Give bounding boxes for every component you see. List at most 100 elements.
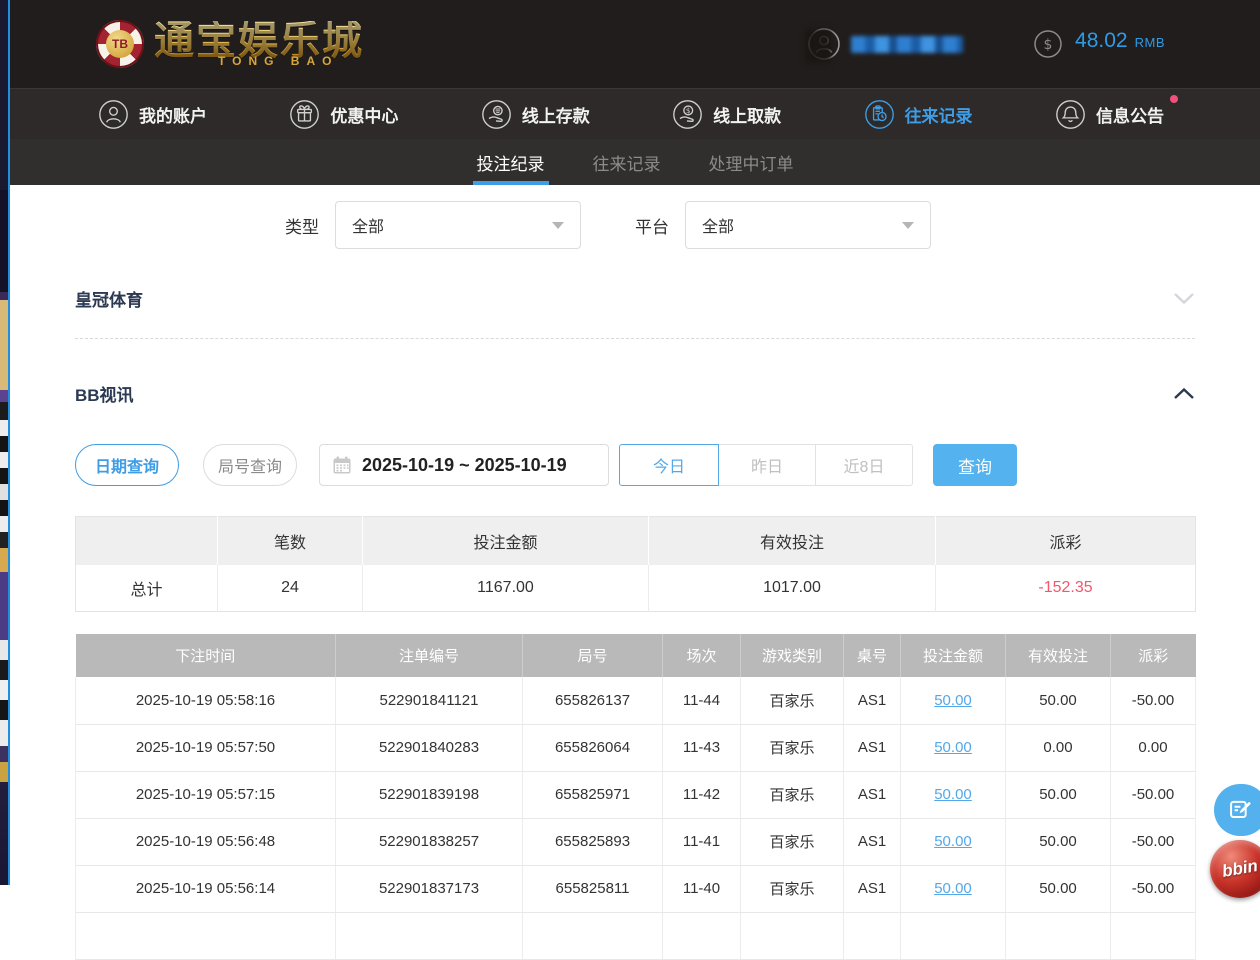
table-cell: 2025-10-19 05:57:50 xyxy=(76,724,336,771)
nav-announcements[interactable]: 信息公告 xyxy=(1055,99,1164,130)
total-count: 24 xyxy=(218,565,363,612)
bet-table-header-row: 下注时间 注单编号 局号 场次 游戏类别 桌号 投注金额 有效投注 派彩 xyxy=(76,634,1196,677)
table-cell: 50.00 xyxy=(1006,818,1111,865)
summary-table: 笔数 投注金额 有效投注 派彩 总计 24 1167.00 1017.00 -1… xyxy=(75,516,1196,612)
bet-amount-link[interactable]: 50.00 xyxy=(934,692,972,709)
nav-withdraw[interactable]: $ 线上取款 xyxy=(672,99,781,130)
table-cell: AS1 xyxy=(844,865,901,912)
chevron-down-icon xyxy=(552,222,564,229)
table-cell: 522901840283 xyxy=(336,724,523,771)
top-bar: TB 通宝娱乐城 TONG BAO $ 48.02 RMB xyxy=(10,0,1260,88)
today-button[interactable]: 今日 xyxy=(619,444,719,486)
table-cell: 2025-10-19 05:57:15 xyxy=(76,771,336,818)
last8days-button[interactable]: 近8日 xyxy=(815,444,913,486)
deposit-icon xyxy=(481,99,512,130)
bet-amount-link[interactable]: 50.00 xyxy=(934,739,972,756)
table-row: 2025-10-19 05:57:15522901839198655825971… xyxy=(76,771,1196,818)
table-cell: 百家乐 xyxy=(741,818,844,865)
chevron-down-icon[interactable] xyxy=(1173,292,1195,305)
svg-text:$: $ xyxy=(1044,37,1053,53)
table-cell xyxy=(523,912,663,959)
bet-amount-link[interactable]: 50.00 xyxy=(934,880,972,897)
bell-icon xyxy=(1055,99,1086,130)
table-row: 2025-10-19 05:58:16522901841121655826137… xyxy=(76,677,1196,724)
nav-transaction-records[interactable]: 往来记录 xyxy=(864,99,973,130)
avatar-blur xyxy=(805,29,831,63)
calendar-icon xyxy=(332,455,352,475)
filters-row: 类型 全部 平台 全部 xyxy=(75,201,1195,249)
records-icon xyxy=(864,99,895,130)
platform-select[interactable]: 全部 xyxy=(685,201,931,249)
table-cell: 50.00 xyxy=(901,865,1006,912)
table-cell: 50.00 xyxy=(1006,677,1111,724)
bet-amount-link[interactable]: 50.00 xyxy=(934,786,972,803)
table-cell xyxy=(844,912,901,959)
table-row: 2025-10-19 05:57:50522901840283655826064… xyxy=(76,724,1196,771)
table-cell: 50.00 xyxy=(901,724,1006,771)
summary-total-row: 总计 24 1167.00 1017.00 -152.35 xyxy=(76,565,1196,612)
table-cell: 11-42 xyxy=(663,771,741,818)
site-logo[interactable]: TB 通宝娱乐城 TONG BAO xyxy=(96,20,364,68)
table-cell: 百家乐 xyxy=(741,865,844,912)
query-toolbar: 日期查询 局号查询 2025-10-19 ~ 2025-10-19 xyxy=(75,444,1195,486)
table-cell: 655825811 xyxy=(523,865,663,912)
chevron-up-icon[interactable] xyxy=(1173,387,1195,400)
total-label: 总计 xyxy=(76,565,218,612)
table-cell: 50.00 xyxy=(1006,771,1111,818)
table-cell xyxy=(901,912,1006,959)
date-query-button[interactable]: 日期查询 xyxy=(75,444,179,486)
window-edge-line xyxy=(8,0,10,885)
date-range-picker[interactable]: 2025-10-19 ~ 2025-10-19 xyxy=(319,444,609,486)
main-nav: 我的账户 优惠中心 线上存款 $ 线上取款 xyxy=(10,88,1260,139)
table-cell: 50.00 xyxy=(901,818,1006,865)
table-cell: 50.00 xyxy=(901,677,1006,724)
table-cell: 50.00 xyxy=(901,771,1006,818)
table-row: 2025-10-19 05:56:14522901837173655825811… xyxy=(76,865,1196,912)
table-cell: 655826064 xyxy=(523,724,663,771)
table-cell: 2025-10-19 05:56:14 xyxy=(76,865,336,912)
table-cell: 50.00 xyxy=(1006,865,1111,912)
tab-bet-records[interactable]: 投注纪录 xyxy=(475,139,547,185)
user-account[interactable] xyxy=(807,27,963,61)
platform-label: 平台 xyxy=(635,213,669,238)
type-label: 类型 xyxy=(285,213,319,238)
chevron-down-icon xyxy=(902,222,914,229)
table-cell: 11-40 xyxy=(663,865,741,912)
section-title: BB视讯 xyxy=(75,381,134,406)
user-icon xyxy=(98,99,129,130)
notification-dot xyxy=(1170,95,1178,103)
search-button[interactable]: 查询 xyxy=(933,444,1017,486)
total-bet-amount: 1167.00 xyxy=(363,565,649,612)
nav-my-account[interactable]: 我的账户 xyxy=(98,99,207,130)
table-cell: 522901838257 xyxy=(336,818,523,865)
section-bb-video[interactable]: BB视讯 xyxy=(75,381,1195,406)
edit-note-icon xyxy=(1227,796,1255,824)
tab-processing-orders[interactable]: 处理中订单 xyxy=(707,139,796,185)
nav-deposit[interactable]: 线上存款 xyxy=(481,99,590,130)
type-select[interactable]: 全部 xyxy=(335,201,581,249)
table-cell: 655825971 xyxy=(523,771,663,818)
nav-promotions[interactable]: 优惠中心 xyxy=(289,99,398,130)
yesterday-button[interactable]: 昨日 xyxy=(718,444,816,486)
table-cell: 655825893 xyxy=(523,818,663,865)
table-row-partial xyxy=(76,912,1196,959)
bbin-logo: bbin xyxy=(1221,856,1260,882)
balance-currency: RMB xyxy=(1135,35,1165,50)
balance[interactable]: $ 48.02 RMB xyxy=(1033,29,1165,59)
section-crown-sports[interactable]: 皇冠体育 xyxy=(75,286,1195,311)
tab-transaction-records[interactable]: 往来记录 xyxy=(591,139,663,185)
bet-amount-link[interactable]: 50.00 xyxy=(934,833,972,850)
round-query-button[interactable]: 局号查询 xyxy=(203,444,297,486)
feedback-edit-button[interactable] xyxy=(1214,784,1260,836)
table-cell: AS1 xyxy=(844,677,901,724)
sub-tabs: 投注纪录 往来记录 处理中订单 xyxy=(10,139,1260,185)
table-cell: 2025-10-19 05:58:16 xyxy=(76,677,336,724)
table-cell: 百家乐 xyxy=(741,677,844,724)
table-cell: -50.00 xyxy=(1111,818,1196,865)
content: 类型 全部 平台 全部 皇冠体育 BB视讯 xyxy=(10,201,1260,960)
table-cell: AS1 xyxy=(844,771,901,818)
table-cell: 11-41 xyxy=(663,818,741,865)
chip-core: TB xyxy=(106,30,134,58)
bet-records-table: 下注时间 注单编号 局号 场次 游戏类别 桌号 投注金额 有效投注 派彩 202… xyxy=(75,634,1196,960)
background-window-strip xyxy=(0,0,8,885)
